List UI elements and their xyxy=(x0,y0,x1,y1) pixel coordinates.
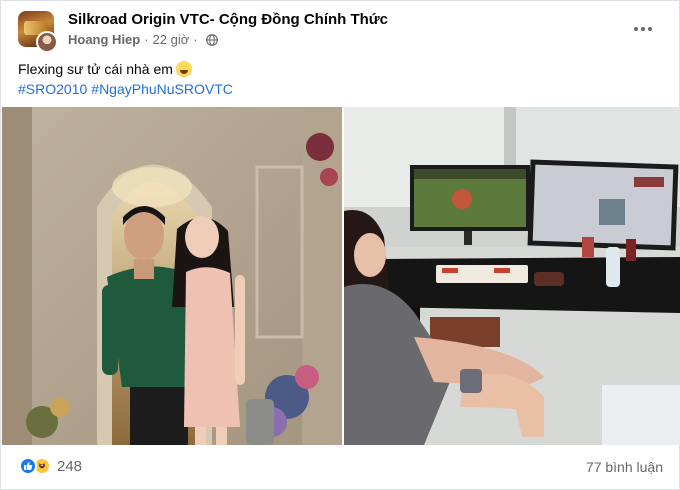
more-options-button[interactable] xyxy=(631,17,655,41)
post-timestamp[interactable]: 22 giờ xyxy=(153,32,190,47)
photo-couple[interactable] xyxy=(2,107,342,445)
post-text: Flexing sư tử cái nhà em xyxy=(18,59,192,79)
meta-separator: · xyxy=(193,32,198,47)
page-name-link[interactable]: Silkroad Origin VTC- Cộng Đồng Chính Thứ… xyxy=(68,11,388,28)
more-dot xyxy=(648,27,652,31)
reaction-count[interactable]: 248 xyxy=(57,458,82,475)
hashtag-link[interactable]: #NgayPhuNuSROVTC xyxy=(91,81,233,97)
reaction-summary[interactable]: 248 xyxy=(19,457,82,475)
post-card: Silkroad Origin VTC- Cộng Đồng Chính Thứ… xyxy=(0,0,680,490)
more-dot xyxy=(641,27,645,31)
hashtag-link[interactable]: #SRO2010 xyxy=(18,81,87,97)
globe-icon[interactable] xyxy=(205,33,218,46)
author-avatar[interactable] xyxy=(36,31,58,53)
laughing-emoji-icon xyxy=(175,61,192,77)
photo-couple-illustration xyxy=(2,107,342,445)
photo-gaming-setup-illustration xyxy=(344,107,680,445)
meta-separator: · xyxy=(144,32,149,47)
comment-count-link[interactable]: 77 bình luận xyxy=(586,459,663,475)
author-name-link[interactable]: Hoang Hiep xyxy=(68,32,140,47)
post-meta: Hoang Hiep · 22 giờ · xyxy=(68,32,218,47)
post-message: Flexing sư tử cái nhà em xyxy=(18,61,173,77)
like-icon xyxy=(19,457,37,475)
avatar[interactable] xyxy=(18,11,58,53)
more-dot xyxy=(634,27,638,31)
hashtag-list: #SRO2010 #NgayPhuNuSROVTC xyxy=(18,79,237,99)
photo-gaming-setup[interactable] xyxy=(344,107,680,445)
